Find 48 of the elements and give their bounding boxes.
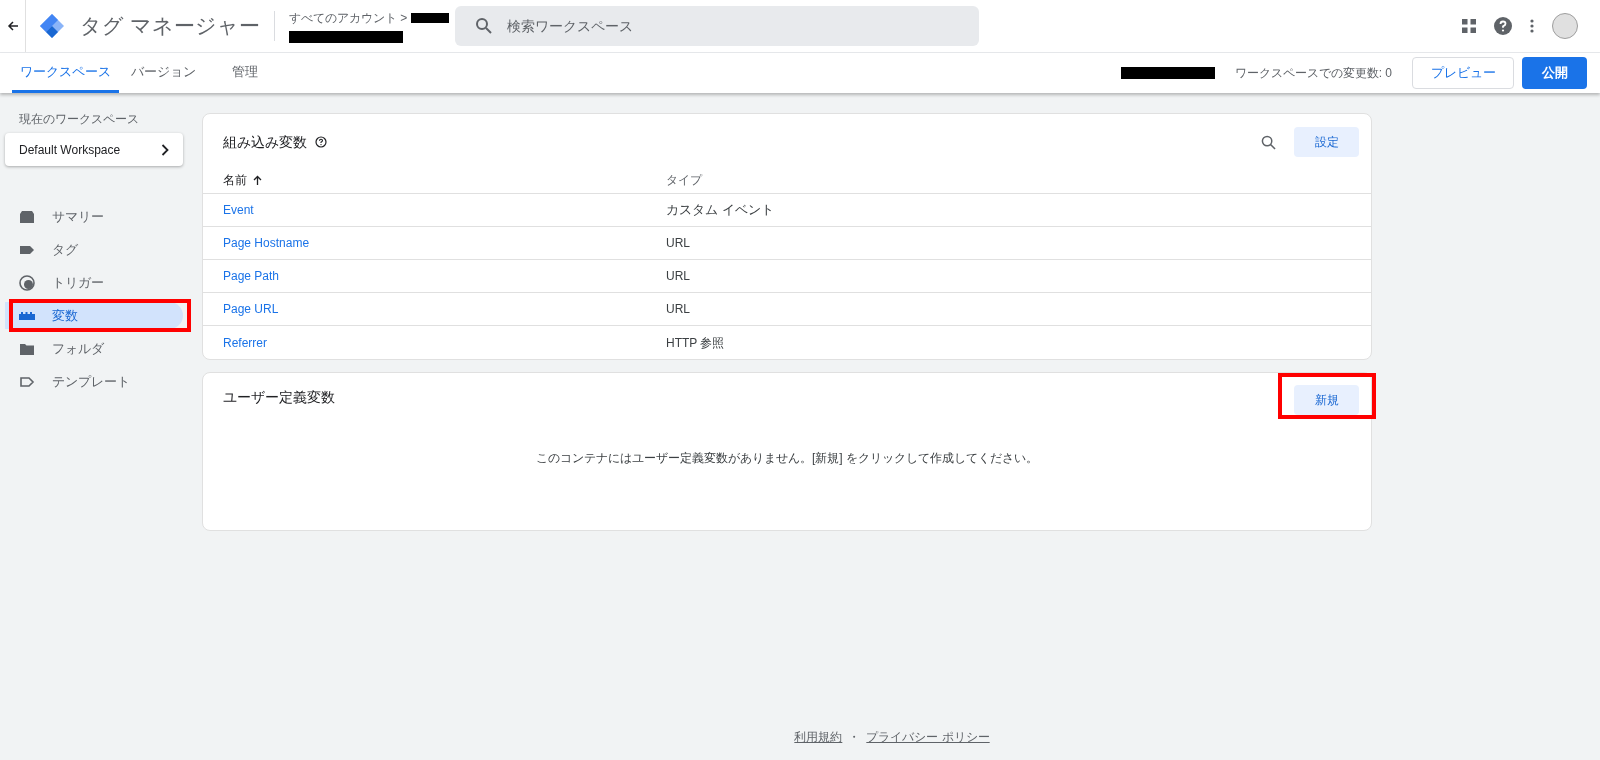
help-icon[interactable] bbox=[1494, 17, 1512, 35]
redaction-bar bbox=[411, 13, 450, 23]
chevron-right-icon bbox=[161, 143, 169, 156]
sort-arrow-icon[interactable] bbox=[253, 174, 262, 185]
card-title: ユーザー定義変数 bbox=[223, 388, 335, 407]
nav-tab[interactable]: 管理 bbox=[224, 53, 266, 93]
back-arrow-icon bbox=[6, 20, 19, 32]
publish-button[interactable]: 公開 bbox=[1522, 57, 1587, 89]
empty-state-message: このコンテナにはユーザー定義変数がありません。[新規] をクリックして作成してください。 bbox=[536, 449, 1038, 467]
configure-button[interactable]: 設定 bbox=[1294, 127, 1359, 157]
sidebar-item[interactable]: サマリー bbox=[5, 203, 183, 230]
new-button[interactable]: 新規 bbox=[1294, 385, 1359, 415]
more-vert-icon[interactable] bbox=[1530, 19, 1534, 33]
table-cell-text: URL bbox=[666, 301, 690, 318]
variable-name-link[interactable]: Page Path bbox=[223, 269, 280, 283]
sidebar-item[interactable]: フォルダ bbox=[5, 335, 183, 362]
card-title: 組み込み変数 bbox=[223, 132, 307, 152]
sidebar-item[interactable]: トリガー bbox=[5, 269, 183, 296]
search-icon bbox=[475, 17, 494, 35]
table-cell-text: HTTP 参照 bbox=[666, 334, 725, 352]
sidebar-item[interactable]: テンプレート bbox=[5, 368, 183, 395]
search-field[interactable]: 検索ワークスペース bbox=[455, 6, 980, 46]
help-outline-icon[interactable] bbox=[315, 136, 327, 148]
nav-tab[interactable]: バージョン bbox=[123, 53, 204, 93]
sidebar-item[interactable]: タグ bbox=[5, 236, 183, 263]
nav-tab[interactable]: ワークスペース bbox=[12, 53, 119, 93]
variable-name-link[interactable]: Referrer bbox=[223, 335, 267, 350]
search-icon[interactable] bbox=[1261, 134, 1276, 150]
diamond-logo-icon bbox=[39, 13, 65, 39]
variable-name-link[interactable]: Page URL bbox=[223, 302, 279, 316]
variable-name-link[interactable]: Page Hostname bbox=[223, 236, 310, 250]
column-header[interactable]: 名前 bbox=[223, 170, 247, 189]
change-count: ワークスペースでの変更数: 0 bbox=[1234, 65, 1392, 82]
privacy-link[interactable]: プライバシー ポリシー bbox=[866, 728, 990, 746]
terms-link[interactable]: 利用規約 bbox=[794, 728, 843, 746]
column-header: タイプ bbox=[666, 171, 702, 189]
breadcrumb-link[interactable]: すべてのアカウント > bbox=[288, 9, 408, 27]
separator-dot: ・ bbox=[848, 729, 861, 746]
app-title: タグ マネージャー bbox=[80, 13, 260, 40]
table-cell-text: URL bbox=[666, 268, 690, 285]
section-label: 現在のワークスペース bbox=[18, 111, 140, 128]
workspace-selector[interactable]: Default Workspace bbox=[5, 133, 183, 166]
apps-grid-icon[interactable] bbox=[1462, 19, 1476, 33]
variable-name-link[interactable]: Event bbox=[223, 203, 254, 217]
circles-icon bbox=[18, 273, 36, 292]
table-cell-text: URL bbox=[666, 235, 690, 252]
preview-button[interactable]: プレビュー bbox=[1412, 57, 1514, 89]
table-cell-text: カスタム イベント bbox=[666, 201, 774, 220]
